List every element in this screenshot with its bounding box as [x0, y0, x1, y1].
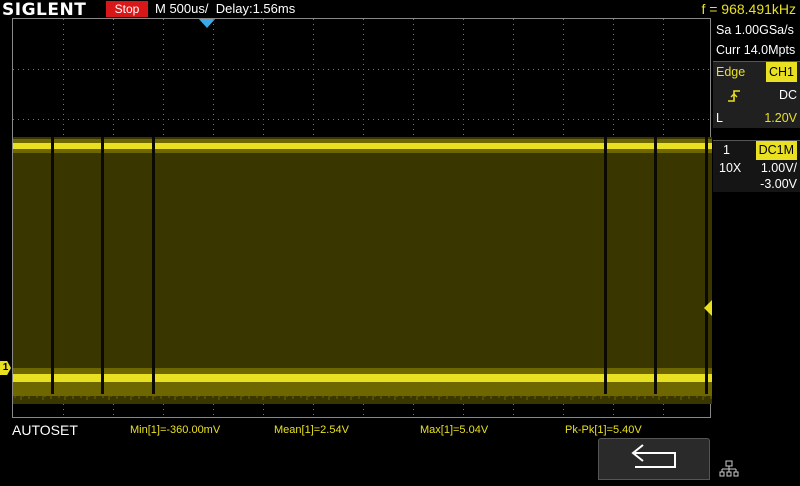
ch1-offset-marker[interactable]: 1 — [0, 361, 11, 375]
burst-gap — [604, 137, 607, 394]
memory-depth: Curr 14.0Mpts — [716, 43, 796, 57]
burst-gap — [51, 137, 54, 394]
trigger-coupling: DC — [778, 88, 797, 102]
trigger-level: 1.20V — [764, 111, 797, 125]
probe-attenuation: 10X — [719, 161, 742, 175]
ch1-trace — [13, 137, 712, 404]
trigger-type: Edge — [716, 65, 746, 79]
measurement-pkpk: Pk-Pk[1]=5.40V — [565, 424, 642, 436]
burst-gap — [152, 137, 155, 394]
low-level-line — [13, 374, 712, 382]
rising-edge-icon — [716, 82, 742, 108]
high-level-line — [13, 143, 712, 149]
trigger-level-label: L — [716, 111, 723, 125]
waveform-display[interactable] — [12, 18, 712, 418]
measurement-min: Min[1]=-360.00mV — [130, 424, 221, 436]
acquisition-info: Sa 1.00GSa/s Curr 14.0Mpts — [713, 20, 800, 60]
frequency-counter: f = 968.491kHz — [701, 1, 796, 17]
sample-rate: Sa 1.00GSa/s — [716, 23, 794, 37]
timebase-delay[interactable]: M 500us/ Delay:1.56ms — [155, 1, 295, 17]
trigger-panel[interactable]: Edge CH1 DC L 1.20V — [713, 61, 800, 128]
top-status-bar: SIGLENT Stop M 500us/ Delay:1.56ms f = 9… — [0, 0, 800, 20]
channel1-panel[interactable]: 1 DC1M 10X 1.00V/ -3.00V — [713, 140, 800, 192]
trigger-source: CH1 — [765, 62, 797, 82]
back-button[interactable] — [598, 438, 710, 480]
return-arrow-icon — [631, 444, 676, 468]
waveform-svg — [13, 19, 712, 415]
measurement-max: Max[1]=5.04V — [420, 424, 489, 436]
burst-gap — [101, 137, 104, 394]
autoset-label: AUTOSET — [12, 422, 78, 438]
burst-gap — [705, 137, 708, 394]
trigger-level-marker-icon[interactable] — [704, 300, 712, 316]
measurement-mean: Mean[1]=2.54V — [274, 424, 349, 436]
vertical-scale: 1.00V/ — [760, 161, 797, 175]
channel-coupling: DC1M — [755, 141, 797, 160]
signal-envelope — [13, 137, 712, 404]
vertical-offset: -3.00V — [760, 177, 797, 191]
delay-label: Delay:1.56ms — [215, 1, 296, 16]
timebase-label: M 500us/ — [155, 1, 209, 16]
channel-number: 1 — [723, 143, 730, 157]
brand-logo: SIGLENT — [2, 0, 87, 20]
run-stop-status[interactable]: Stop — [106, 1, 148, 17]
bottom-bar: AUTOSET Min[1]=-360.00mV Mean[1]=2.54V M… — [0, 420, 800, 480]
burst-gap — [654, 137, 657, 394]
